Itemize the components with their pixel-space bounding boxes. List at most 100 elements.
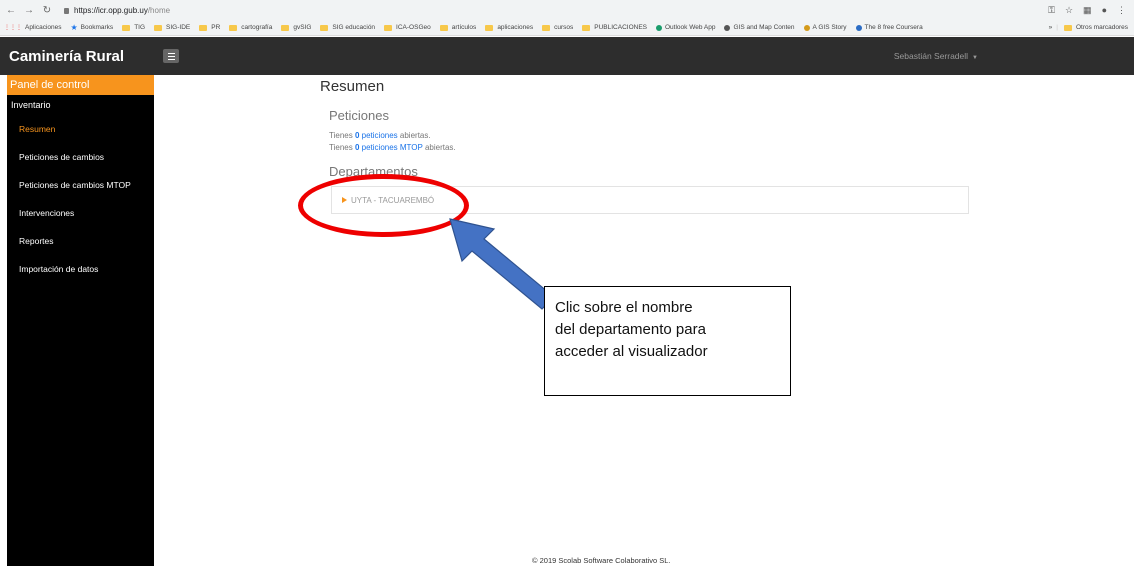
bookmark-label: Outlook Web App: [665, 24, 716, 31]
app-navbar: Caminería Rural Sebastián Serradell ▼: [0, 37, 1134, 75]
peticiones-count: 0: [354, 131, 360, 140]
bookmark-item[interactable]: SIG-IDE: [154, 24, 190, 31]
bookmark-item[interactable]: The 8 free Coursera: [855, 24, 923, 31]
bookmark-item[interactable]: cursos: [542, 24, 573, 31]
folder-icon: [439, 24, 448, 31]
line-suffix: abiertas.: [399, 131, 431, 140]
hamburger-line: [167, 52, 175, 54]
footer-copyright: © 2019 Scolab Software Colaborativo SL.: [532, 556, 671, 565]
bookmark-item[interactable]: cartografía: [229, 24, 272, 31]
bookmarks-bar: ⋮⋮⋮ Aplicaciones ★ Bookmarks TIG SIG-IDE PR car…: [0, 20, 1134, 36]
bookmark-label: Bookmarks: [80, 24, 114, 31]
sidebar-item[interactable]: Reportes: [7, 227, 154, 255]
lock-icon: [64, 8, 69, 14]
apps-grid-icon: ⋮⋮⋮: [4, 25, 22, 31]
bookmarks-overflow[interactable]: »: [1049, 24, 1053, 31]
reload-icon[interactable]: ↻: [40, 5, 54, 16]
key-icon[interactable]: ⚿: [1048, 5, 1055, 16]
bookmark-label: gvSIG: [293, 24, 312, 31]
site-favicon-icon: [855, 24, 862, 31]
peticiones-line: Tienes 0 peticiones abiertas.: [329, 131, 431, 140]
bookmark-item[interactable]: ⋮⋮⋮ Aplicaciones: [4, 24, 62, 31]
bookmark-item[interactable]: PUBLICACIONES: [582, 24, 647, 31]
brand-title[interactable]: Caminería Rural: [0, 48, 155, 65]
profile-icon[interactable]: ●: [1102, 5, 1107, 16]
line-prefix: Tienes: [329, 143, 353, 152]
bookmark-item[interactable]: artículos: [439, 24, 477, 31]
user-menu[interactable]: Sebastián Serradell ▼: [894, 51, 978, 61]
hamburger-line: [167, 55, 175, 57]
bookmark-item[interactable]: gvSIG: [281, 24, 311, 31]
page-title: Resumen: [320, 78, 385, 95]
bookmark-label: A GIS Story: [812, 24, 847, 31]
panel-title[interactable]: Panel de control: [7, 75, 154, 95]
peticiones-mtop-count: 0: [354, 143, 360, 152]
user-name: Sebastián Serradell: [893, 51, 969, 61]
bookmark-list: ⋮⋮⋮ Aplicaciones ★ Bookmarks TIG SIG-IDE PR car…: [0, 23, 923, 32]
sidebar-toggle-button[interactable]: [163, 49, 179, 63]
menu-kebab-icon[interactable]: ⋮: [1117, 5, 1126, 16]
folder-icon: [154, 24, 163, 31]
folder-icon: [384, 24, 393, 31]
sidebar-item[interactable]: Peticiones de cambios MTOP: [7, 171, 154, 199]
bookmark-label: GIS and Map Conten: [733, 24, 795, 31]
back-icon[interactable]: ←: [4, 5, 18, 16]
bookmark-label: The 8 free Coursera: [864, 24, 923, 31]
forward-icon[interactable]: →: [22, 5, 36, 16]
peticiones-heading: Peticiones: [329, 108, 389, 123]
peticiones-link[interactable]: peticiones: [362, 131, 398, 140]
site-favicon-icon: [656, 24, 662, 31]
bookmark-label: ICA-OSGeo: [396, 24, 431, 31]
browser-toolbar-icons: ⚿ ☆ ▦ ● ⋮: [1048, 5, 1126, 16]
sidebar-item[interactable]: Intervenciones: [7, 199, 154, 227]
bookmark-label: SIG educación: [332, 24, 376, 31]
url-field[interactable]: https://icr.opp.gub.uy/home: [64, 6, 170, 15]
folder-icon: [1063, 24, 1072, 31]
sidebar: Panel de control Inventario Resumen Petic…: [7, 75, 154, 566]
bookmark-item[interactable]: GIS and Map Conten: [724, 24, 795, 31]
pointer-arrow-icon: [449, 218, 555, 310]
bookmark-item[interactable]: A GIS Story: [803, 24, 847, 31]
folder-icon: [229, 24, 238, 31]
bookmark-label: PUBLICACIONES: [594, 24, 647, 31]
other-bookmarks[interactable]: Otros marcadores: [1063, 24, 1128, 31]
line-prefix: Tienes: [329, 131, 353, 140]
caret-down-icon: ▼: [972, 55, 978, 61]
bookmark-item[interactable]: Outlook Web App: [656, 24, 715, 31]
extension-icon[interactable]: ▦: [1083, 5, 1092, 16]
folder-icon: [281, 24, 290, 31]
folder-icon: [122, 24, 131, 31]
folder-icon: [542, 24, 551, 31]
site-favicon-icon: [724, 24, 731, 31]
bookmark-label: cursos: [554, 24, 574, 31]
bookmark-label: artículos: [451, 24, 477, 31]
bookmark-label: Aplicaciones: [25, 24, 62, 31]
sidebar-item[interactable]: Importación de datos: [7, 255, 154, 283]
url-path: /home: [147, 5, 171, 15]
bookmarks-bar-right: » | Otros marcadores: [1049, 24, 1128, 31]
sidebar-group-inventario[interactable]: Inventario: [7, 95, 154, 115]
other-bookmarks-label: Otros marcadores: [1075, 24, 1128, 31]
divider: |: [1056, 24, 1058, 31]
folder-icon: [582, 24, 591, 31]
bookmark-label: PR: [211, 24, 221, 31]
bookmark-item[interactable]: aplicaciones: [485, 24, 533, 31]
folder-icon: [485, 24, 494, 31]
bookmark-item[interactable]: PR: [199, 24, 220, 31]
folder-icon: [320, 24, 329, 31]
bookmark-item[interactable]: ★ Bookmarks: [71, 23, 114, 32]
bookmark-item[interactable]: ICA-OSGeo: [384, 24, 431, 31]
bookmark-item[interactable]: SIG educación: [320, 24, 375, 31]
instruction-callout: Clic sobre el nombre del departamento pa…: [544, 286, 791, 396]
bookmark-label: TIG: [134, 24, 146, 31]
hamburger-line: [167, 58, 175, 60]
sidebar-item[interactable]: Peticiones de cambios: [7, 143, 154, 171]
arrow-shape: [449, 218, 555, 310]
folder-icon: [199, 24, 208, 31]
bookmark-star-icon[interactable]: ☆: [1065, 5, 1073, 16]
bookmark-label: SIG-IDE: [166, 24, 191, 31]
sidebar-item[interactable]: Resumen: [7, 115, 154, 143]
screenshot-root: ← → ↻ https://icr.opp.gub.uy/home ⚿ ☆ ▦ …: [0, 0, 1134, 566]
bookmark-item[interactable]: TIG: [122, 24, 145, 31]
peticiones-mtop-link[interactable]: peticiones MTOP: [362, 143, 423, 152]
